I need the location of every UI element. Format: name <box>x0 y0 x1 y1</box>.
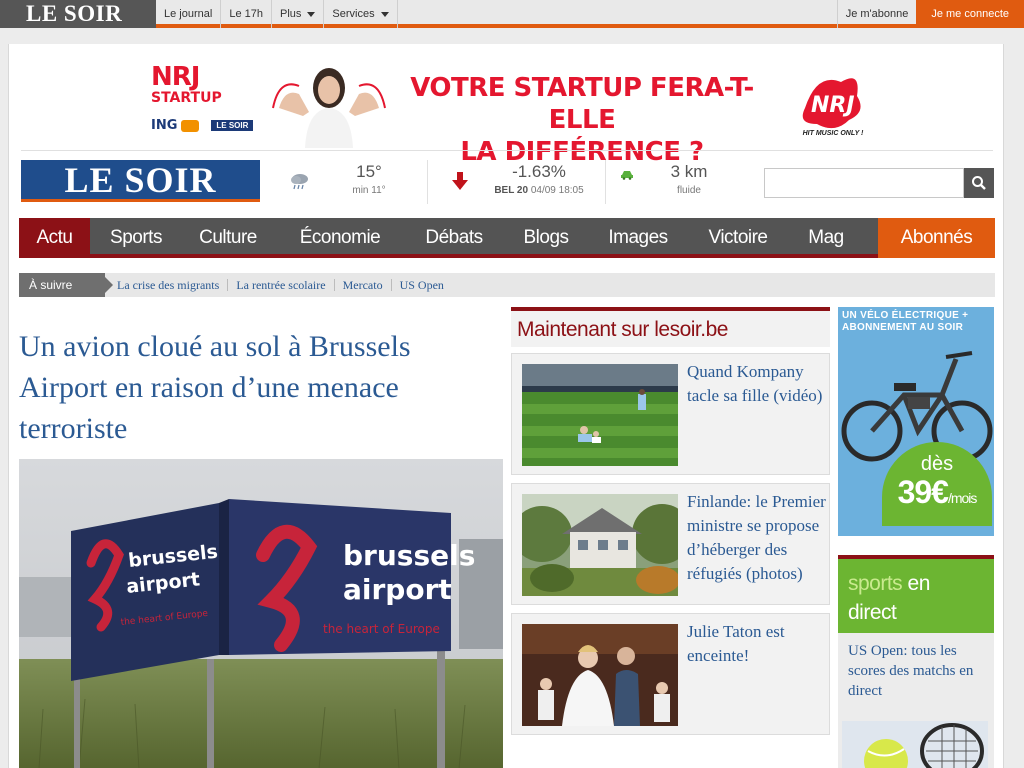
sports-live-word: sports <box>848 572 903 595</box>
search-input[interactable] <box>764 168 964 198</box>
stock-change: -1.63% <box>512 162 566 181</box>
sports-live-word: direct <box>848 601 897 624</box>
tab-actu[interactable]: Actu <box>19 218 90 258</box>
price-from: dès <box>920 453 954 475</box>
stock-time: 04/09 18:05 <box>530 185 584 196</box>
now-heading: Maintenant sur lesoir.be <box>511 307 830 347</box>
top-brand-logo[interactable]: LE SOIR <box>0 0 156 28</box>
page-container: NRJ STARTUP ING LE SOIR VOTRE STARTUP FE… <box>8 44 1004 768</box>
now-card-image[interactable] <box>522 624 678 726</box>
svg-text:NRJ: NRJ <box>811 93 855 118</box>
divider <box>427 160 428 204</box>
price-value: 39€/mois <box>882 474 992 511</box>
lead-headline[interactable]: Un avion cloué au sol à Brussels Airport… <box>19 326 489 449</box>
startup-wordmark: STARTUP <box>151 90 222 106</box>
tab-mag[interactable]: Mag <box>790 218 862 258</box>
tab-debats[interactable]: Débats <box>406 218 502 258</box>
lead-image[interactable]: brussels airport the heart of Europe bru… <box>19 459 503 768</box>
tab-blogs[interactable]: Blogs <box>502 218 590 258</box>
tab-victoire[interactable]: Victoire <box>686 218 790 258</box>
sports-live-headline[interactable]: US Open: tous les scores des matchs en d… <box>848 641 990 701</box>
follow-link-rentree[interactable]: La rentrée scolaire <box>228 279 335 291</box>
divider <box>605 160 606 204</box>
ad-headline-line: VOTRE STARTUP FERA-T-ELLE <box>410 73 754 135</box>
lion-icon <box>181 119 200 132</box>
search-box <box>764 168 994 198</box>
tab-economie[interactable]: Économie <box>274 218 406 258</box>
site-logo[interactable]: LE SOIR <box>21 160 260 202</box>
top-nav-label: Services <box>332 8 375 20</box>
sports-live-word: en <box>907 572 931 595</box>
now-card-title[interactable]: Finlande: le Premier ministre se propose… <box>687 490 827 586</box>
chevron-down-icon <box>307 11 316 17</box>
top-nav-plus[interactable]: Plus <box>272 0 325 28</box>
nrj-startup-logo: NRJ STARTUP ING LE SOIR <box>151 64 271 133</box>
lesoir-mini-logo: LE SOIR <box>211 120 254 131</box>
arrow-down-icon <box>452 172 468 190</box>
tab-images[interactable]: Images <box>590 218 686 258</box>
traffic-status: fluide <box>677 185 701 196</box>
stock-meta: BEL 20 04/09 18:05 <box>479 185 599 196</box>
top-utility-bar: LE SOIR Le journal Le 17h Plus Services … <box>0 0 1024 28</box>
bike-ad-title: UN VÉLO ÉLECTRIQUE + ABONNEMENT AU SOIR <box>842 310 969 333</box>
top-nav-label: Le 17h <box>229 8 263 20</box>
top-nav-services[interactable]: Services <box>324 0 398 28</box>
now-card[interactable]: Julie Taton est enceinte! <box>511 613 830 735</box>
tennis-image[interactable] <box>842 721 988 768</box>
nrj-wordmark: NRJ <box>151 62 200 92</box>
top-nav-17h[interactable]: Le 17h <box>221 0 272 28</box>
now-card-title[interactable]: Julie Taton est enceinte! <box>687 620 827 668</box>
weather-min: min 11° <box>352 185 386 196</box>
rain-cloud-icon <box>291 174 308 190</box>
weather-widget[interactable]: 15° min 11° <box>289 160 429 204</box>
tab-culture[interactable]: Culture <box>182 218 274 258</box>
now-section: Maintenant sur lesoir.be Quand Kompany t… <box>511 307 830 735</box>
ad-person-image <box>272 68 386 148</box>
stock-widget[interactable]: -1.63% BEL 20 04/09 18:05 <box>449 160 599 204</box>
login-button[interactable]: Je me connecte <box>916 0 1024 28</box>
top-nav-label: Plus <box>279 8 302 20</box>
now-card[interactable]: Finlande: le Premier ministre se propose… <box>511 483 830 605</box>
follow-bar: À suivre La crise des migrants La rentré… <box>19 273 995 297</box>
now-card-image[interactable] <box>522 494 678 596</box>
follow-link-mercato[interactable]: Mercato <box>335 279 392 291</box>
sports-live-box[interactable]: sports en direct US Open: tous les score… <box>838 555 994 768</box>
search-icon <box>972 176 986 190</box>
traffic-widget[interactable]: 3 km fluide <box>614 160 734 204</box>
sports-live-banner[interactable]: sports en direct <box>838 559 994 633</box>
stock-index: BEL 20 <box>494 185 529 196</box>
sign-brand-text: brussels <box>343 539 475 572</box>
ing-logo: ING <box>151 118 178 133</box>
ad-headline: VOTRE STARTUP FERA-T-ELLE LA DIFFÉRENCE … <box>387 72 777 168</box>
follow-link-migrants[interactable]: La crise des migrants <box>109 279 229 291</box>
search-button[interactable] <box>964 168 994 198</box>
tab-sports[interactable]: Sports <box>90 218 182 258</box>
now-card-image[interactable] <box>522 364 678 466</box>
top-nav-journal[interactable]: Le journal <box>156 0 222 28</box>
follow-link-usopen[interactable]: US Open <box>392 279 452 291</box>
ad-banner[interactable]: NRJ STARTUP ING LE SOIR VOTRE STARTUP FE… <box>151 58 869 167</box>
subscribe-link[interactable]: Je m'abonne <box>836 0 917 28</box>
sign-tagline: the heart of Europe <box>323 622 440 636</box>
bike-ad[interactable]: UN VÉLO ÉLECTRIQUE + ABONNEMENT AU SOIR … <box>838 307 994 536</box>
weather-temp: 15° <box>356 162 382 181</box>
price-period: /mois <box>947 490 977 506</box>
price-amount: 39€ <box>897 474 949 510</box>
now-card[interactable]: Quand Kompany tacle sa fille (vidéo) <box>511 353 830 475</box>
tab-abonnes[interactable]: Abonnés <box>878 218 995 258</box>
top-nav-label: Le journal <box>164 8 213 20</box>
top-nav: Le journal Le 17h Plus Services <box>156 0 398 28</box>
chevron-down-icon <box>380 11 389 17</box>
follow-label: À suivre <box>19 273 113 297</box>
divider <box>21 150 993 151</box>
car-icon <box>621 171 633 180</box>
main-nav: Actu Sports Culture Économie Débats Blog… <box>19 218 995 258</box>
traffic-distance: 3 km <box>670 162 708 181</box>
sign-brand-text: airport <box>343 573 452 606</box>
now-card-title[interactable]: Quand Kompany tacle sa fille (vidéo) <box>687 360 827 408</box>
ad-slogan: HIT MUSIC ONLY ! <box>802 130 864 137</box>
